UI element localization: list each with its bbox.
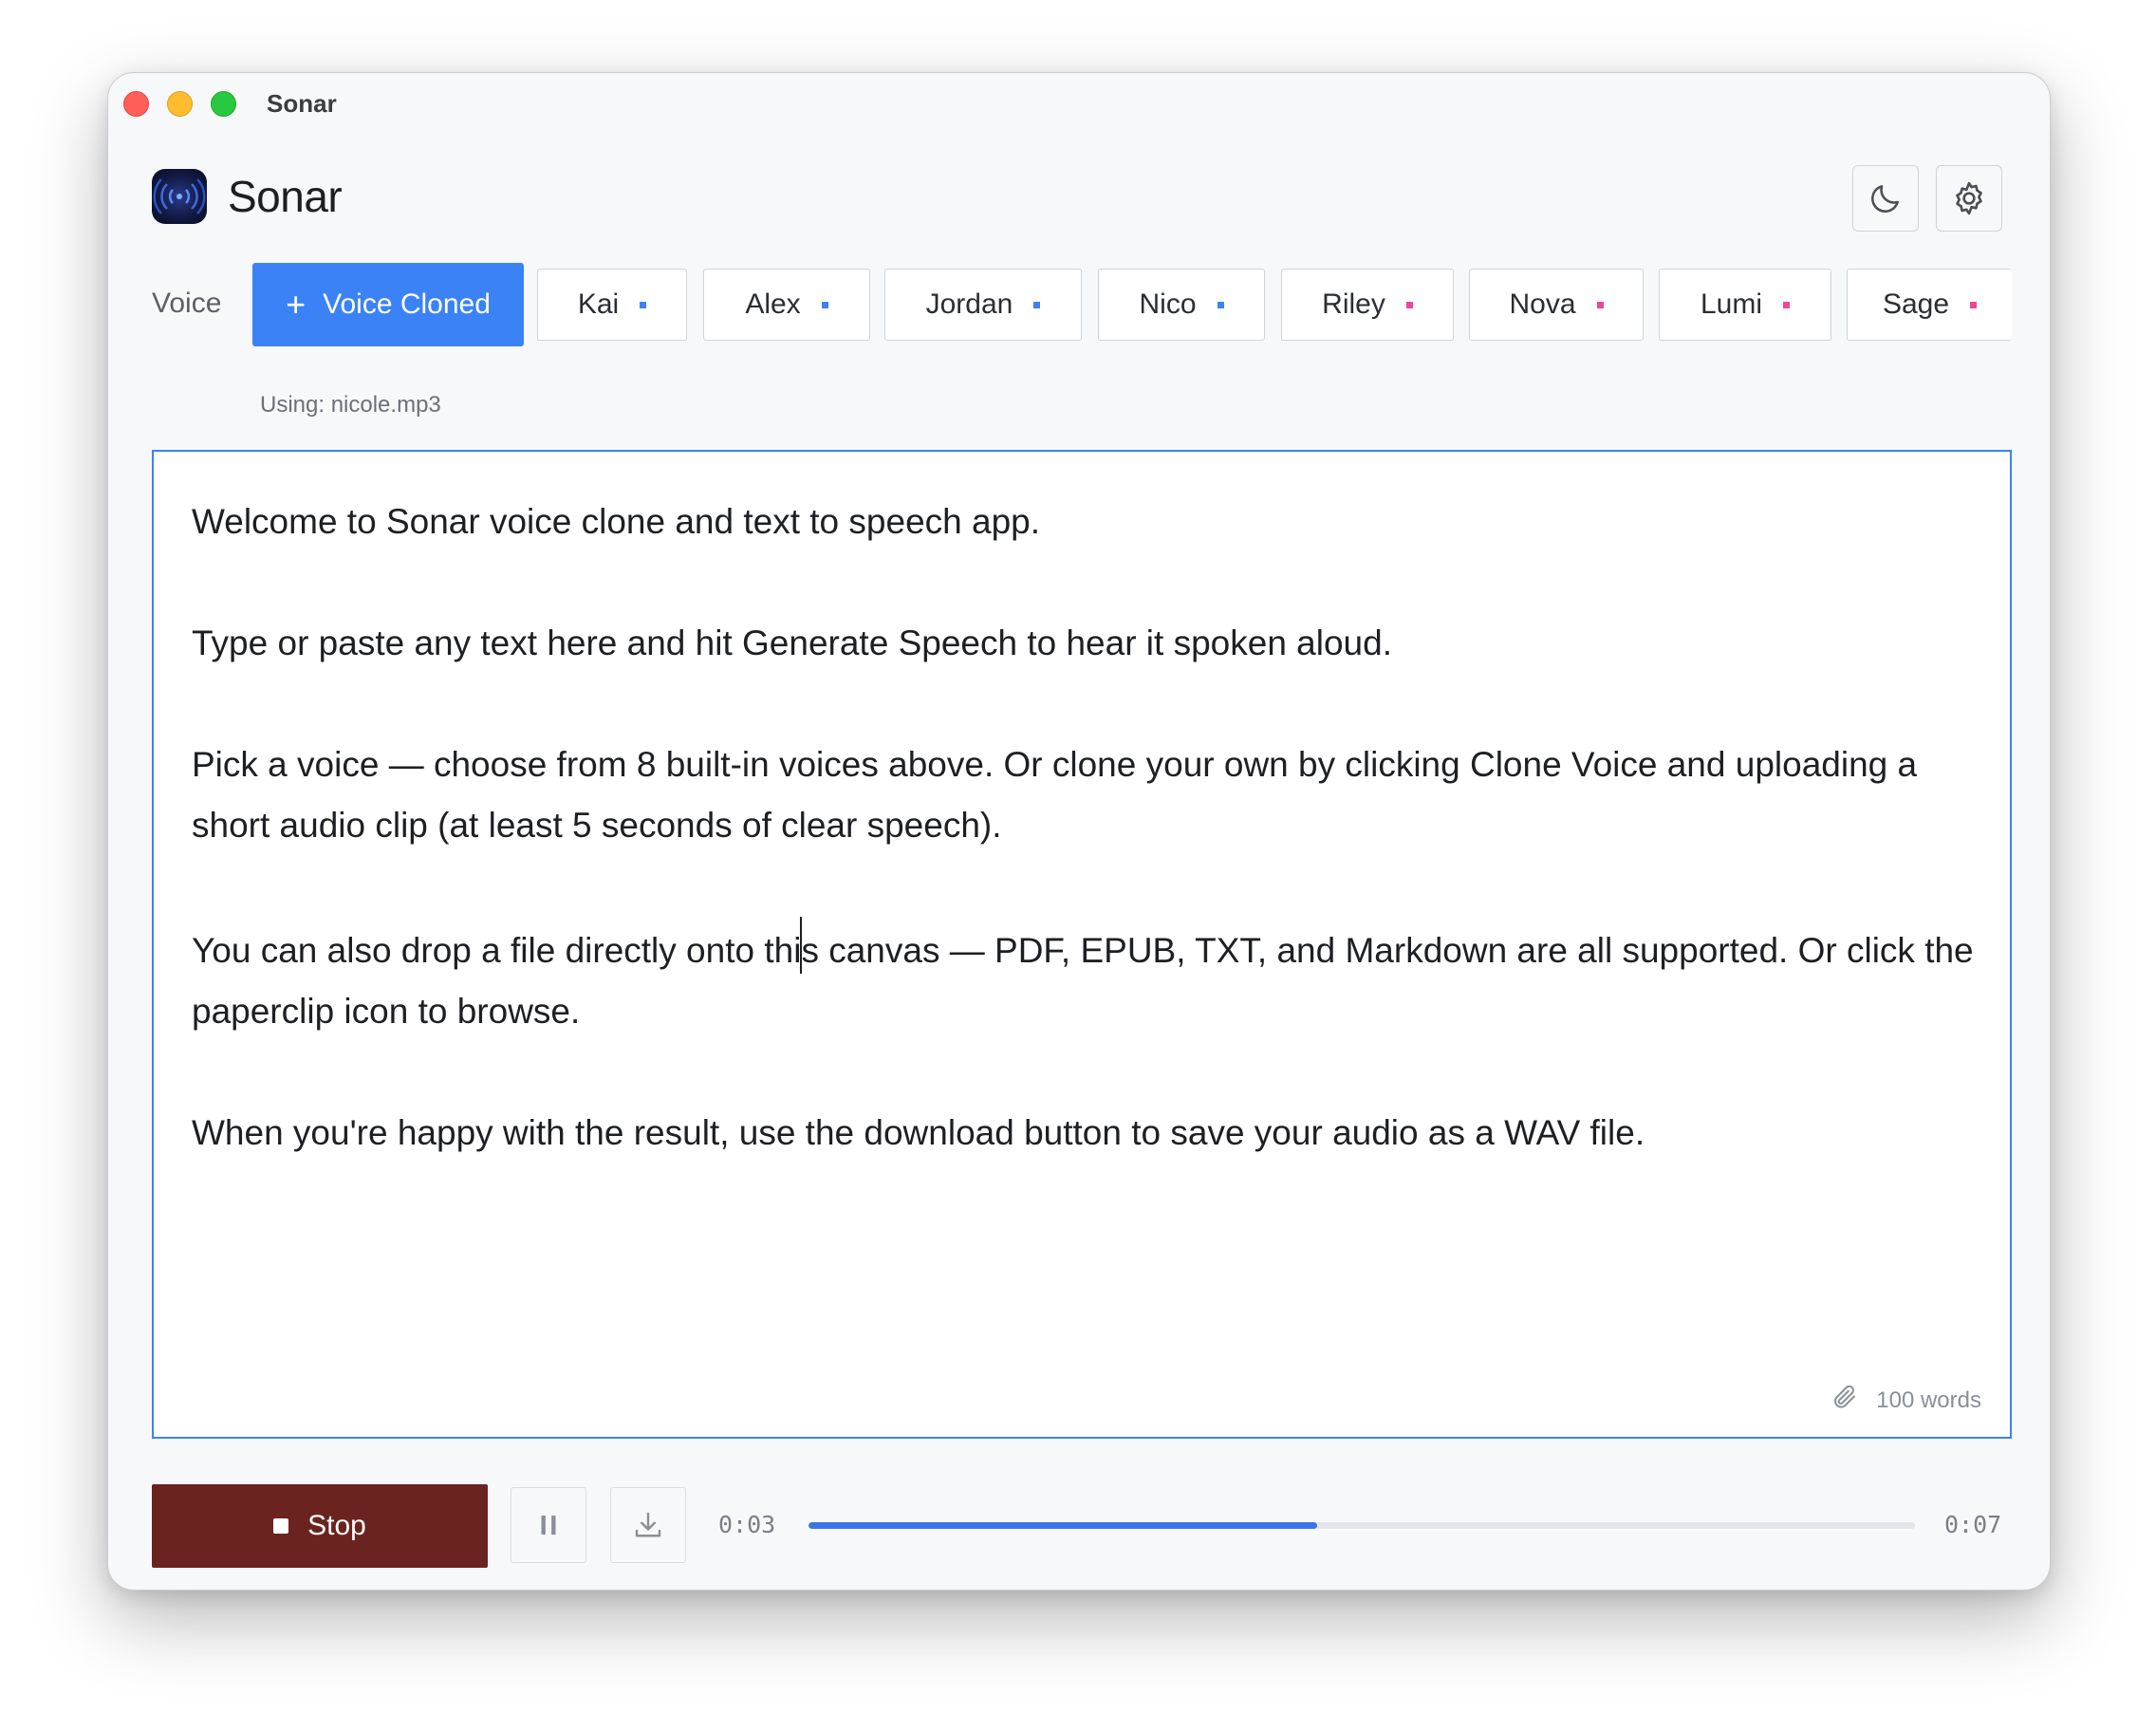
paperclip-icon[interactable] <box>1831 1383 1859 1418</box>
voice-gender-dot <box>1033 301 1041 308</box>
voice-chip-sage[interactable]: Sage <box>1847 269 2012 341</box>
settings-button[interactable] <box>1936 165 2002 232</box>
editor-paragraph-with-caret: You can also drop a file directly onto t… <box>192 917 1976 1042</box>
editor-paragraph: Type or paste any text here and hit Gene… <box>192 624 1392 662</box>
voice-chip-kai[interactable]: Kai <box>537 269 687 341</box>
download-icon <box>635 1512 661 1537</box>
voice-gender-dot <box>1596 301 1604 308</box>
voice-chip-jordan[interactable]: Jordan <box>884 269 1082 341</box>
sound-wave-icon <box>152 169 207 224</box>
editor-footer: 100 words <box>1831 1383 1981 1418</box>
theme-toggle-button[interactable] <box>1852 165 1919 232</box>
voice-chip-label: Kai <box>577 288 620 320</box>
voice-chip-label: Riley <box>1322 288 1385 320</box>
pause-button[interactable] <box>511 1487 586 1563</box>
title-bar[interactable]: Sonar <box>108 73 2050 134</box>
voice-chip-alex[interactable]: Alex <box>703 269 870 341</box>
voice-chip-label: Alex <box>745 288 801 320</box>
voice-chip-lumi[interactable]: Lumi <box>1659 269 1831 341</box>
voice-gender-dot <box>1405 301 1413 308</box>
app-name: Sonar <box>228 172 343 221</box>
voice-gender-dot <box>1217 301 1224 308</box>
pause-icon <box>541 1516 556 1535</box>
stop-button[interactable]: Stop <box>152 1484 488 1568</box>
voice-gender-dot <box>821 301 828 308</box>
voice-chip-label: Lumi <box>1700 288 1763 320</box>
window-title: Sonar <box>267 89 337 118</box>
voice-chip-label: Nico <box>1139 288 1197 320</box>
voice-gender-dot <box>1783 301 1791 308</box>
voice-label: Voice <box>152 288 222 319</box>
voice-chip-nova[interactable]: Nova <box>1469 269 1644 341</box>
voice-gender-dot <box>1970 301 1978 308</box>
voice-gender-dot <box>640 301 647 308</box>
selected-voice-file: Using: nicole.mp3 <box>260 392 441 418</box>
app-window: Sonar Sonar Voice + Voice Cloned Kai Ale… <box>107 72 2051 1591</box>
editor-paragraph: Pick a voice — choose from 8 built-in vo… <box>192 745 1918 845</box>
editor-content[interactable]: Welcome to Sonar voice clone and text to… <box>192 492 1976 1224</box>
voice-chip-nico[interactable]: Nico <box>1098 269 1265 341</box>
stop-label: Stop <box>307 1510 366 1541</box>
voice-chip-label: Nova <box>1509 288 1576 320</box>
audio-player: Stop 0:03 0:07 <box>152 1484 2012 1568</box>
zoom-window-button[interactable] <box>211 91 236 117</box>
voice-chip-riley[interactable]: Riley <box>1281 269 1454 341</box>
gear-icon <box>1956 181 1982 215</box>
plus-icon: + <box>286 285 307 324</box>
voice-chip-label: Jordan <box>925 288 1013 320</box>
minimize-window-button[interactable] <box>167 91 193 117</box>
total-time: 0:07 <box>1944 1511 2002 1538</box>
current-time: 0:03 <box>718 1511 776 1538</box>
voice-clone-label: Voice Cloned <box>323 288 491 320</box>
stop-icon <box>273 1518 289 1534</box>
voice-chip-label: Sage <box>1882 288 1950 320</box>
word-count: 100 words <box>1876 1387 1981 1413</box>
app-header: Sonar <box>152 168 343 225</box>
text-editor[interactable]: Welcome to Sonar voice clone and text to… <box>152 450 2012 1439</box>
voice-clone-button[interactable]: + Voice Cloned <box>252 263 524 346</box>
close-window-button[interactable] <box>123 91 149 117</box>
moon-icon <box>1871 185 1899 213</box>
editor-paragraph: When you're happy with the result, use t… <box>192 1113 1645 1152</box>
download-button[interactable] <box>610 1487 686 1563</box>
text-before-caret: You can also drop a file directly onto t… <box>192 931 802 970</box>
editor-paragraph: Welcome to Sonar voice clone and text to… <box>192 502 1041 541</box>
progress-fill <box>808 1522 1318 1529</box>
progress-bar[interactable] <box>808 1522 1915 1529</box>
